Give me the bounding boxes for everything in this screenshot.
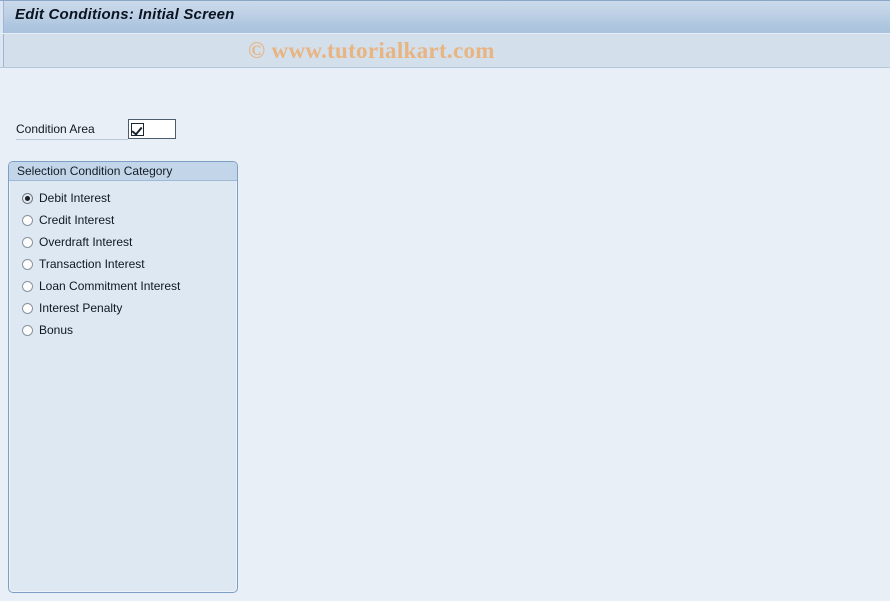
toolbar-left-edge: [0, 34, 4, 67]
radio-unselected-icon[interactable]: [22, 258, 33, 270]
radio-unselected-icon[interactable]: [22, 236, 33, 248]
window-title-bar: Edit Conditions: Initial Screen: [0, 0, 890, 34]
radio-option-label: Bonus: [39, 323, 74, 337]
title-bar-left-edge: [0, 1, 4, 34]
condition-area-input[interactable]: [128, 119, 176, 139]
radio-option-label: Overdraft Interest: [39, 235, 133, 249]
application-window: Edit Conditions: Initial Screen © www.tu…: [0, 0, 890, 601]
radio-option-label: Debit Interest: [39, 191, 111, 205]
main-content: Condition Area Selection Condition Categ…: [0, 68, 890, 601]
radio-option-loan-commitment-interest[interactable]: Loan Commitment Interest: [9, 275, 237, 297]
checkbox-checked-icon[interactable]: [131, 122, 144, 136]
radio-option-bonus[interactable]: Bonus: [9, 319, 237, 341]
toolbar-strip: © www.tutorialkart.com: [0, 33, 890, 68]
page-title: Edit Conditions: Initial Screen: [15, 6, 235, 23]
radio-unselected-icon[interactable]: [22, 302, 33, 314]
condition-area-label: Condition Area: [16, 122, 128, 140]
watermark-text: © www.tutorialkart.com: [248, 38, 495, 63]
group-title: Selection Condition Category: [17, 164, 173, 178]
radio-option-label: Transaction Interest: [39, 257, 145, 271]
radio-option-interest-penalty[interactable]: Interest Penalty: [9, 297, 237, 319]
radio-unselected-icon[interactable]: [22, 324, 33, 336]
radio-option-label: Interest Penalty: [39, 301, 123, 315]
radio-unselected-icon[interactable]: [22, 214, 33, 226]
selection-condition-category-group: Selection Condition Category Debit Inter…: [8, 161, 238, 593]
radio-option-label: Credit Interest: [39, 213, 115, 227]
radio-option-label: Loan Commitment Interest: [39, 279, 181, 293]
radio-option-transaction-interest[interactable]: Transaction Interest: [9, 253, 237, 275]
radio-option-credit-interest[interactable]: Credit Interest: [9, 209, 237, 231]
condition-category-radio-group: Debit Interest Credit Interest Overdraft I…: [9, 181, 237, 341]
radio-option-overdraft-interest[interactable]: Overdraft Interest: [9, 231, 237, 253]
radio-selected-icon[interactable]: [22, 192, 33, 204]
radio-unselected-icon[interactable]: [22, 280, 33, 292]
radio-option-debit-interest[interactable]: Debit Interest: [9, 187, 237, 209]
